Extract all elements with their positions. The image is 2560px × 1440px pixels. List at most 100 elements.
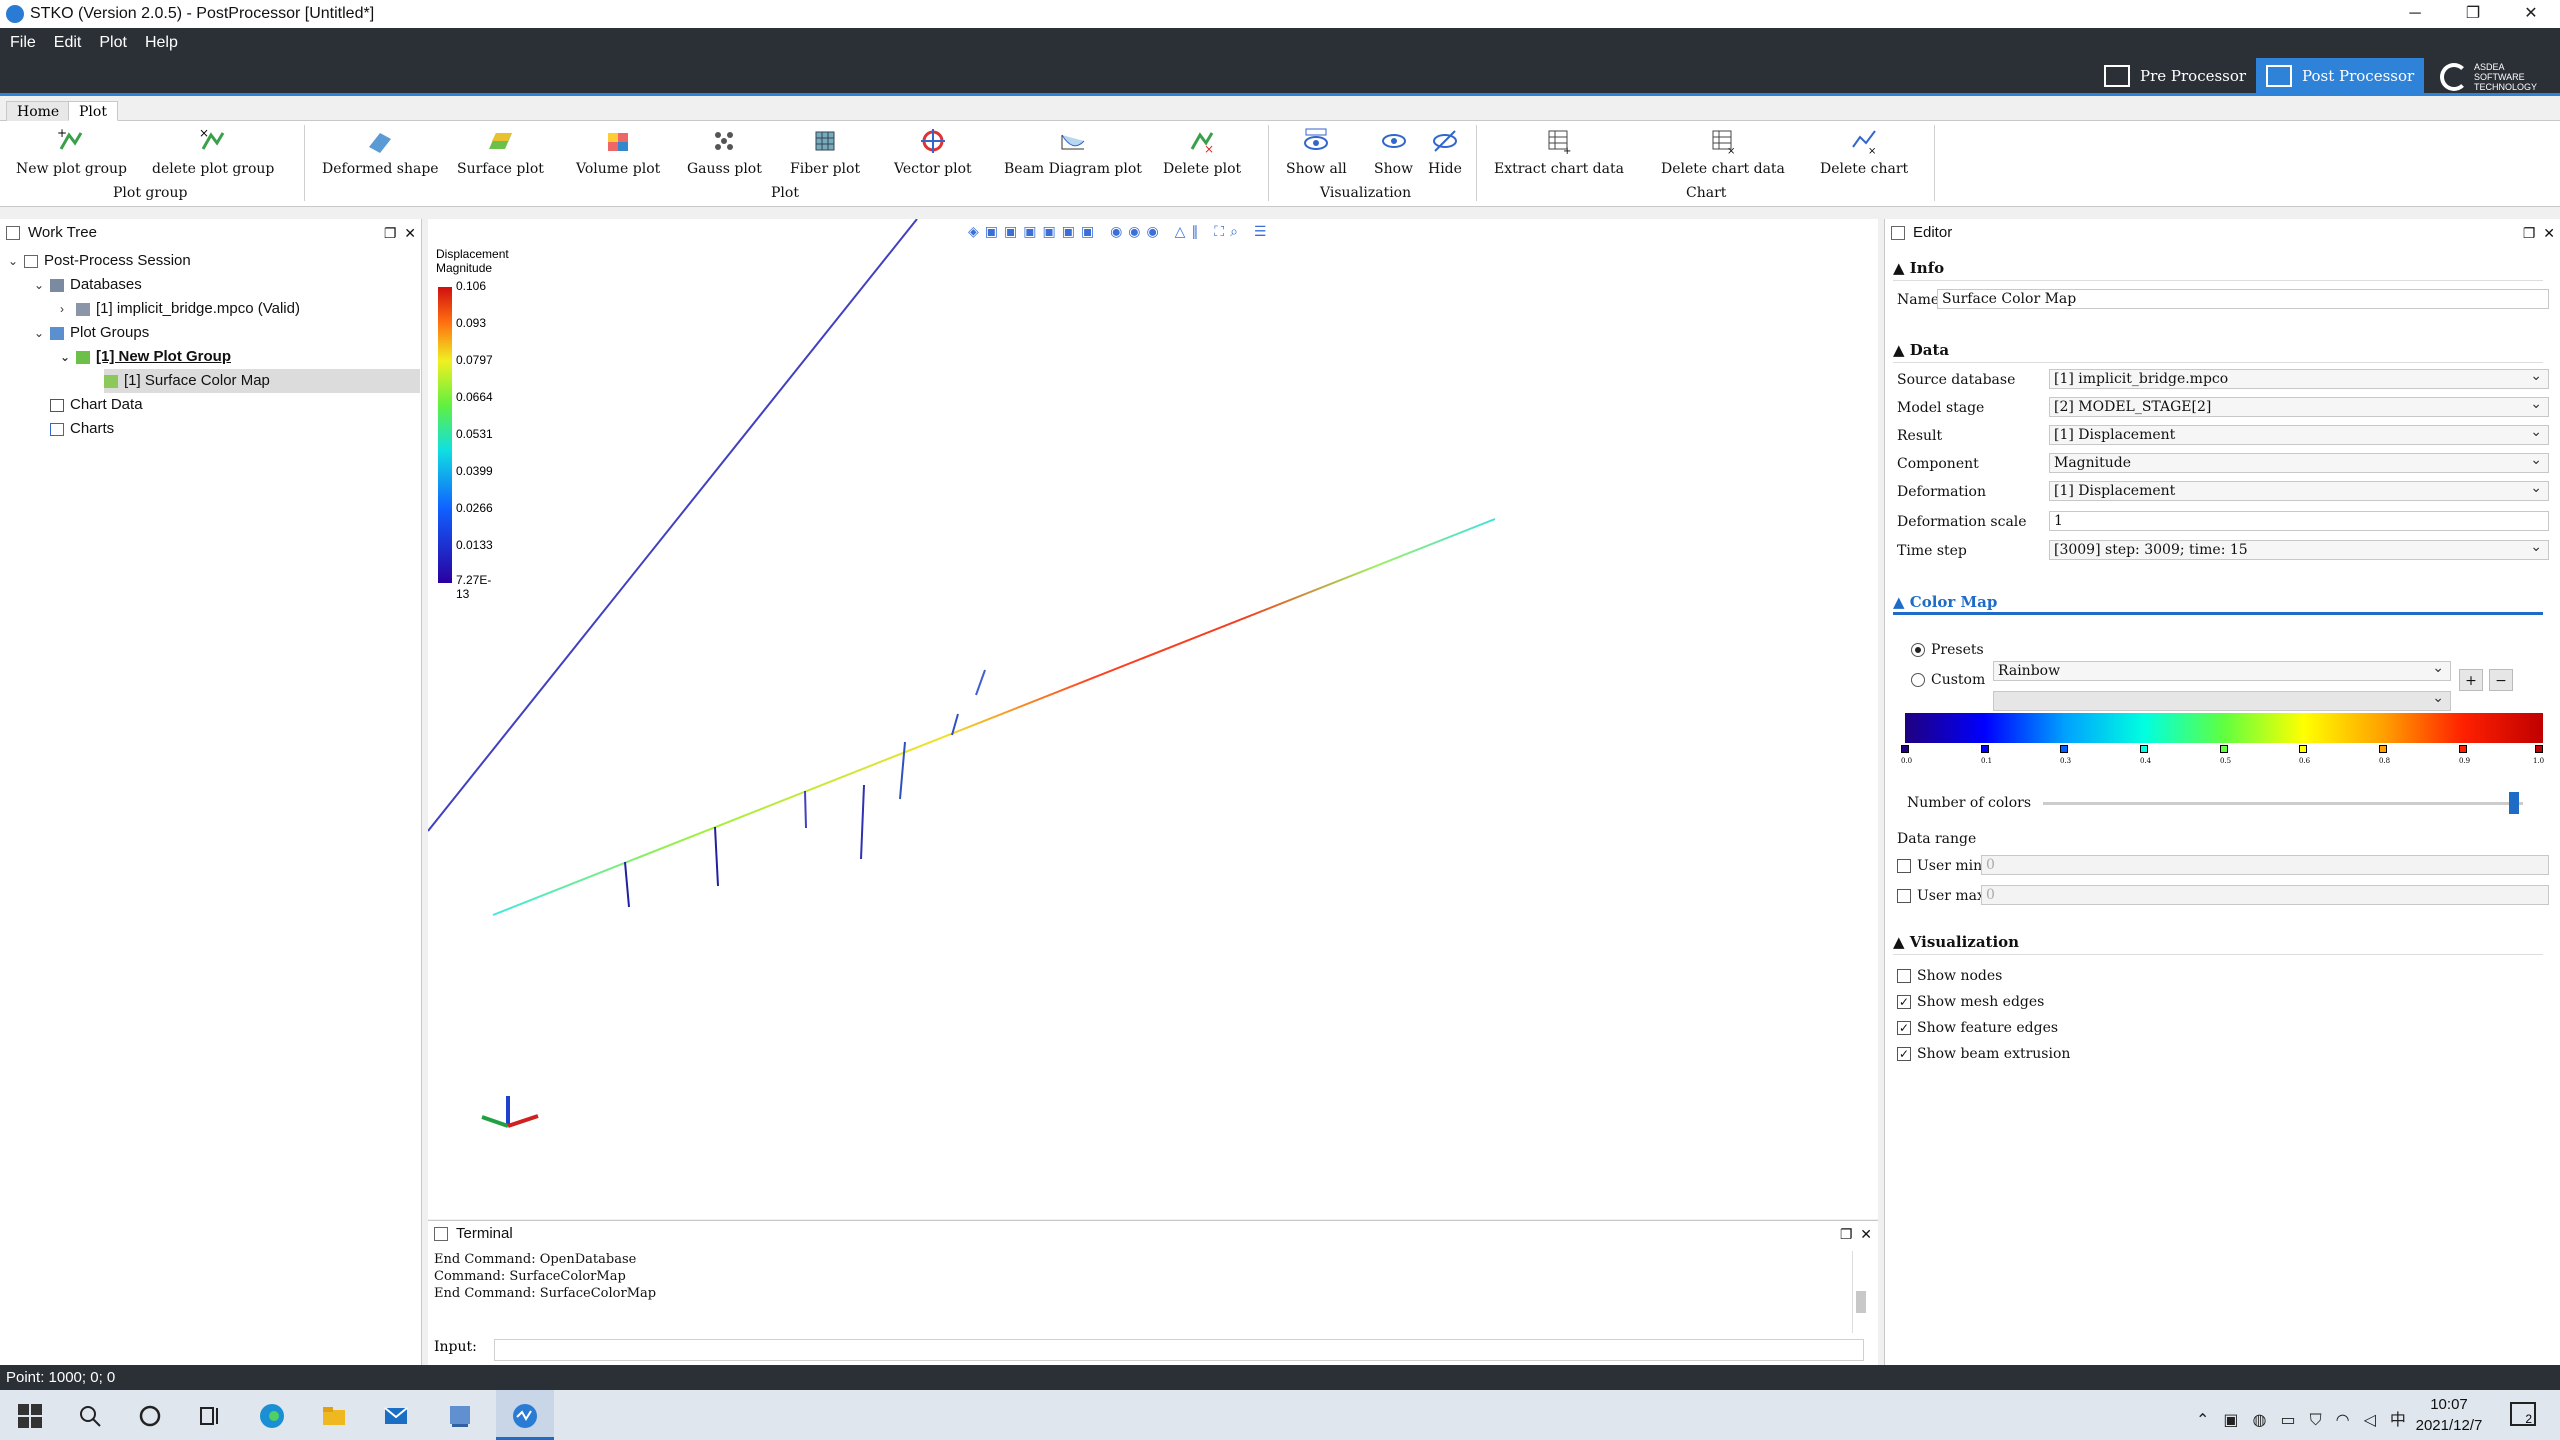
color-stop-marker[interactable] bbox=[2140, 745, 2148, 753]
wifi-icon[interactable]: ◠ bbox=[2336, 1412, 2364, 1429]
menu-plot[interactable]: Plot bbox=[99, 34, 127, 52]
chevron-down-icon[interactable]: ⌄ bbox=[8, 249, 24, 273]
tab-home[interactable]: Home bbox=[6, 101, 71, 121]
number-of-colors-slider[interactable] bbox=[2043, 802, 2523, 805]
tab-plot[interactable]: Plot bbox=[68, 101, 118, 121]
search-icon[interactable] bbox=[76, 1402, 104, 1430]
color-stop-marker[interactable] bbox=[1901, 745, 1909, 753]
terminal-scrollbar[interactable] bbox=[1852, 1251, 1868, 1333]
slider-handle[interactable] bbox=[2509, 792, 2519, 814]
tree-item-surface-color-map[interactable]: [1] Surface Color Map bbox=[104, 369, 420, 393]
tree-item-databases[interactable]: ⌄ Databases bbox=[34, 273, 142, 297]
vector-plot-button[interactable]: Vector plot bbox=[894, 127, 972, 177]
hide-button[interactable]: Hide bbox=[1428, 127, 1462, 177]
wechat-icon[interactable]: ◍ bbox=[2253, 1412, 2281, 1429]
float-panel-button[interactable]: ❐ bbox=[1840, 1226, 1853, 1242]
section-data[interactable]: ▲ Data bbox=[1893, 341, 2543, 363]
extract-chart-data-button[interactable]: + Extract chart data bbox=[1494, 127, 1624, 177]
deformation-select[interactable]: [1] Displacement bbox=[2049, 479, 2549, 501]
show-feature-edges-checkbox[interactable]: ✓ bbox=[1897, 1021, 1911, 1035]
tree-item-charts[interactable]: Charts bbox=[50, 417, 114, 441]
show-nodes-checkbox[interactable] bbox=[1897, 969, 1911, 983]
user-max-input[interactable]: 0 bbox=[1981, 885, 2549, 905]
chevron-down-icon[interactable]: ⌄ bbox=[34, 273, 50, 297]
menu-edit[interactable]: Edit bbox=[54, 34, 82, 52]
model-stage-select[interactable]: [2] MODEL_STAGE[2] bbox=[2049, 395, 2549, 417]
source-database-select[interactable]: [1] implicit_bridge.mpco bbox=[2049, 367, 2549, 389]
cortana-icon[interactable] bbox=[136, 1402, 164, 1430]
file-explorer-icon[interactable] bbox=[320, 1402, 348, 1430]
add-stop-button[interactable]: + bbox=[2459, 669, 2483, 691]
remove-stop-button[interactable]: − bbox=[2489, 669, 2513, 691]
name-field[interactable]: Surface Color Map bbox=[1937, 289, 2549, 309]
delete-chart-data-button[interactable]: × Delete chart data bbox=[1661, 127, 1785, 177]
float-panel-button[interactable]: ❐ bbox=[384, 225, 397, 241]
delete-plot-button[interactable]: × Delete plot bbox=[1163, 127, 1241, 177]
color-map-bar[interactable] bbox=[1905, 713, 2543, 743]
tree-item-plot-groups[interactable]: ⌄ Plot Groups bbox=[34, 321, 149, 345]
close-button[interactable]: ✕ bbox=[2502, 0, 2560, 28]
tree-item-plot-group-1[interactable]: ⌄ [1] New Plot Group bbox=[60, 345, 231, 369]
post-processor-button[interactable]: Post Processor bbox=[2256, 58, 2425, 93]
user-max-checkbox[interactable] bbox=[1897, 889, 1911, 903]
edge-browser-icon[interactable] bbox=[258, 1402, 286, 1430]
gauss-plot-button[interactable]: Gauss plot bbox=[687, 127, 762, 177]
delete-plot-group-button[interactable]: × delete plot group bbox=[152, 127, 274, 177]
section-color-map[interactable]: ▲ Color Map bbox=[1893, 593, 2543, 615]
time-step-select[interactable]: [3009] step: 3009; time: 15 bbox=[2049, 538, 2549, 560]
scrollbar-thumb[interactable] bbox=[1856, 1291, 1866, 1313]
delete-chart-button[interactable]: × Delete chart bbox=[1820, 127, 1908, 177]
taskbar-stko-active[interactable] bbox=[496, 1390, 554, 1440]
windows-start-icon[interactable] bbox=[16, 1402, 44, 1430]
presets-radio[interactable] bbox=[1911, 643, 1925, 657]
menu-help[interactable]: Help bbox=[145, 34, 178, 52]
pre-processor-button[interactable]: Pre Processor bbox=[2094, 58, 2256, 93]
user-min-checkbox[interactable] bbox=[1897, 859, 1911, 873]
display-icon[interactable]: ▭ bbox=[2281, 1412, 2310, 1429]
volume-icon[interactable]: ◁ bbox=[2364, 1412, 2390, 1429]
fiber-plot-button[interactable]: Fiber plot bbox=[790, 127, 860, 177]
color-stop-marker[interactable] bbox=[2220, 745, 2228, 753]
task-view-icon[interactable] bbox=[196, 1402, 224, 1430]
close-panel-button[interactable]: ✕ bbox=[404, 225, 416, 241]
new-plot-group-button[interactable]: + New plot group bbox=[16, 127, 127, 177]
section-visualization[interactable]: ▲ Visualization bbox=[1893, 933, 2543, 955]
minimize-button[interactable]: ─ bbox=[2386, 0, 2444, 28]
float-panel-button[interactable]: ❐ bbox=[2523, 225, 2536, 241]
beam-diagram-plot-button[interactable]: Beam Diagram plot bbox=[1004, 127, 1142, 177]
result-select[interactable]: [1] Displacement bbox=[2049, 423, 2549, 445]
tree-item-session[interactable]: ⌄ Post-Process Session bbox=[8, 249, 191, 273]
taskbar-clock[interactable]: 10:07 2021/12/7 bbox=[2404, 1394, 2494, 1436]
show-beam-extrusion-checkbox[interactable]: ✓ bbox=[1897, 1047, 1911, 1061]
menu-file[interactable]: File bbox=[10, 34, 36, 52]
surface-plot-button[interactable]: Surface plot bbox=[457, 127, 544, 177]
terminal-input[interactable] bbox=[494, 1339, 1864, 1361]
color-stop-marker[interactable] bbox=[2535, 745, 2543, 753]
component-select[interactable]: Magnitude bbox=[2049, 451, 2549, 473]
maximize-button[interactable]: ❐ bbox=[2444, 0, 2502, 28]
deformation-scale-input[interactable]: 1 bbox=[2049, 511, 2549, 531]
show-mesh-edges-checkbox[interactable]: ✓ bbox=[1897, 995, 1911, 1009]
app-icon[interactable] bbox=[446, 1402, 474, 1430]
close-panel-button[interactable]: ✕ bbox=[2543, 225, 2555, 241]
network-app-icon[interactable]: ▣ bbox=[2223, 1412, 2252, 1429]
deformed-shape-button[interactable]: Deformed shape bbox=[322, 127, 439, 177]
tree-item-database-1[interactable]: › [1] implicit_bridge.mpco (Valid) bbox=[60, 297, 300, 321]
color-stop-marker[interactable] bbox=[2459, 745, 2467, 753]
section-info[interactable]: ▲ Info bbox=[1893, 259, 2543, 281]
mail-icon[interactable] bbox=[382, 1402, 410, 1430]
notification-center-icon[interactable]: 2 bbox=[2510, 1402, 2536, 1426]
color-stop-marker[interactable] bbox=[2060, 745, 2068, 753]
close-panel-button[interactable]: ✕ bbox=[1860, 1226, 1872, 1242]
custom-radio[interactable] bbox=[1911, 673, 1925, 687]
chevron-down-icon[interactable]: ⌄ bbox=[34, 321, 50, 345]
show-all-button[interactable]: Show all bbox=[1286, 127, 1347, 177]
chevron-up-icon[interactable]: ⌃ bbox=[2196, 1412, 2223, 1429]
color-stop-marker[interactable] bbox=[1981, 745, 1989, 753]
show-button[interactable]: Show bbox=[1374, 127, 1413, 177]
custom-select[interactable] bbox=[1993, 689, 2451, 711]
chevron-right-icon[interactable]: › bbox=[60, 297, 76, 321]
tree-item-chart-data[interactable]: Chart Data bbox=[50, 393, 143, 417]
chevron-down-icon[interactable]: ⌄ bbox=[60, 345, 76, 369]
shield-icon[interactable]: ⛉ bbox=[2310, 1412, 2336, 1429]
